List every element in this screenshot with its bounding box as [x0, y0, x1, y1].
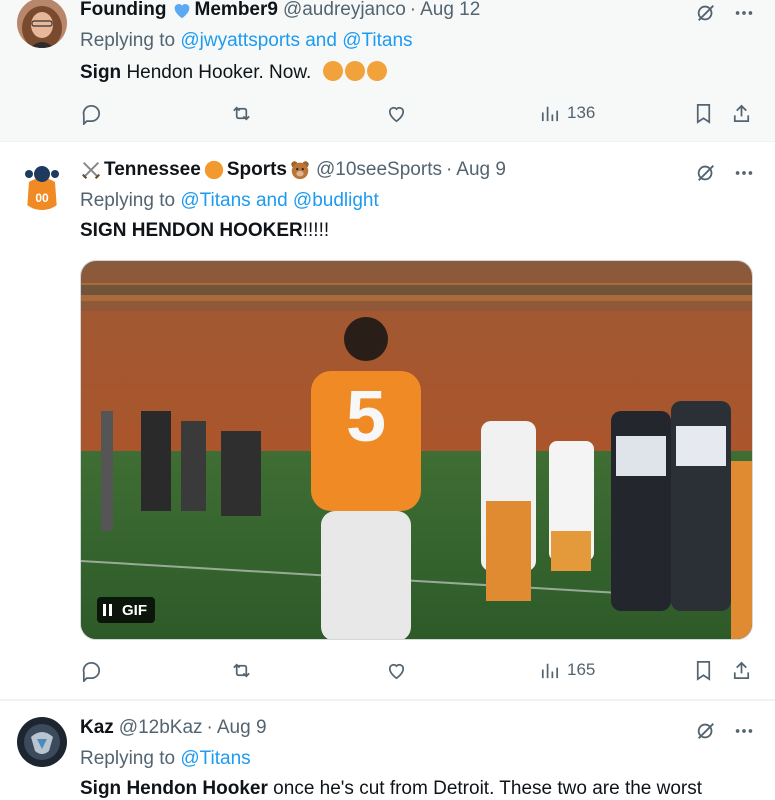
tweet-text-bold: Sign Hendon Hooker	[80, 778, 268, 799]
timestamp[interactable]: Aug 12	[420, 0, 480, 21]
replying-prefix: Replying to	[80, 748, 176, 769]
bookmark-icon	[696, 660, 711, 681]
retweet-button[interactable]	[230, 655, 253, 685]
tweet-text-rest: once he's cut from Detroit. These two ar…	[267, 778, 703, 799]
display-name[interactable]: Founding Member9	[80, 0, 278, 21]
heart-icon	[388, 106, 405, 122]
tweet-text: Sign Hendon Hooker. Now.	[80, 61, 387, 84]
tweet-text-bold: Sign	[80, 62, 122, 83]
pause-icon	[103, 604, 112, 616]
more-icon[interactable]	[733, 162, 755, 184]
jersey-number: 5	[346, 377, 386, 457]
reply-icon	[82, 104, 100, 125]
handle[interactable]: @12bKaz	[119, 717, 203, 739]
separator-dot: ·	[409, 0, 417, 20]
views-count: 165	[567, 660, 596, 679]
mention-link[interactable]: @Titans	[180, 748, 250, 769]
reply-button[interactable]	[80, 98, 103, 128]
crossed-swords-icon	[82, 161, 100, 179]
tweet-text: SIGN HENDON HOOKER!!!!!	[80, 220, 329, 242]
share-button[interactable]	[730, 655, 753, 685]
tweet-header: Tennessee Sports @10seeSports · Aug 9	[80, 159, 685, 181]
replying-prefix: Replying to	[80, 190, 176, 211]
reply-button[interactable]	[80, 655, 103, 685]
replying-to: Replying to @Titans	[80, 748, 251, 770]
tweet-top-actions	[695, 720, 755, 742]
grok-icon[interactable]	[695, 720, 717, 742]
separator-dot: ·	[445, 159, 453, 180]
tweet-text-rest: Hendon Hooker. Now.	[121, 62, 312, 83]
views-icon	[541, 663, 559, 678]
like-button[interactable]	[385, 98, 408, 128]
grok-icon[interactable]	[695, 2, 717, 24]
heart-icon	[388, 663, 405, 679]
retweet-button[interactable]	[230, 98, 253, 128]
avatar[interactable]	[17, 0, 67, 48]
share-button[interactable]	[730, 98, 753, 128]
share-icon	[733, 661, 750, 679]
bookmark-icon	[696, 103, 711, 124]
gif-media[interactable]: 5 GIF	[80, 260, 753, 640]
tweet-text-bold: SIGN HENDON HOOKER	[80, 220, 303, 241]
views-button[interactable]: 165	[538, 655, 595, 685]
blue-heart-icon	[174, 4, 189, 19]
views-count: 136	[567, 103, 596, 122]
display-name[interactable]: Tennessee Sports	[80, 159, 311, 181]
svg-text:00: 00	[35, 191, 49, 205]
more-icon[interactable]	[733, 2, 755, 24]
views-icon	[541, 106, 559, 121]
gif-badge[interactable]: GIF	[97, 597, 155, 623]
avatar[interactable]	[17, 717, 67, 767]
separator-dot: ·	[206, 717, 213, 738]
tweet-top-actions	[695, 162, 755, 184]
handle[interactable]: @10seeSports	[316, 159, 442, 181]
more-icon[interactable]	[733, 720, 755, 742]
timestamp[interactable]: Aug 9	[456, 159, 506, 181]
tweet-actions: 136	[80, 98, 755, 128]
tweet[interactable]: 00 Tennessee Sports @10seeSports · Aug 9…	[0, 142, 775, 700]
tweet-text: Sign Hendon Hooker once he's cut from De…	[80, 778, 702, 800]
gif-label: GIF	[122, 601, 147, 619]
mention-link[interactable]: @Titans and @budlight	[180, 190, 378, 211]
handle[interactable]: @audreyjanco	[283, 0, 406, 21]
bookmark-button[interactable]	[692, 98, 715, 128]
replying-to: Replying to @Titans and @budlight	[80, 190, 379, 212]
display-name[interactable]: Kaz	[80, 717, 114, 739]
bear-face-icon	[291, 161, 309, 180]
retweet-icon	[233, 106, 250, 120]
angry-face-icon	[366, 61, 387, 81]
retweet-icon	[233, 663, 250, 677]
tweet[interactable]: Kaz @12bKaz · Aug 9 Replying to @Titans …	[0, 700, 775, 800]
timestamp[interactable]: Aug 9	[217, 717, 267, 739]
mention-link[interactable]: @jwyattsports and @Titans	[180, 30, 412, 51]
angry-face-icon	[322, 61, 343, 81]
replying-prefix: Replying to	[80, 30, 176, 51]
share-icon	[733, 104, 750, 122]
tweet-text-rest: !!!!!	[302, 220, 330, 241]
bookmark-button[interactable]	[692, 655, 715, 685]
angry-face-icon	[344, 61, 365, 81]
stadium-gif-image: 5	[81, 261, 752, 639]
tweet-header: Kaz @12bKaz · Aug 9	[80, 717, 685, 739]
tweet[interactable]: Founding Member9 @audreyjanco · Aug 12 R…	[0, 0, 775, 142]
replying-to: Replying to @jwyattsports and @Titans	[80, 30, 413, 52]
grok-icon[interactable]	[695, 162, 717, 184]
avatar[interactable]: 00	[17, 160, 67, 210]
reply-icon	[82, 661, 100, 682]
tweet-actions: 165	[80, 655, 755, 685]
orange-circle-icon	[204, 160, 223, 180]
tweet-header: Founding Member9 @audreyjanco · Aug 12	[80, 0, 685, 21]
tweet-top-actions	[695, 2, 755, 24]
like-button[interactable]	[385, 655, 408, 685]
views-button[interactable]: 136	[538, 98, 595, 128]
